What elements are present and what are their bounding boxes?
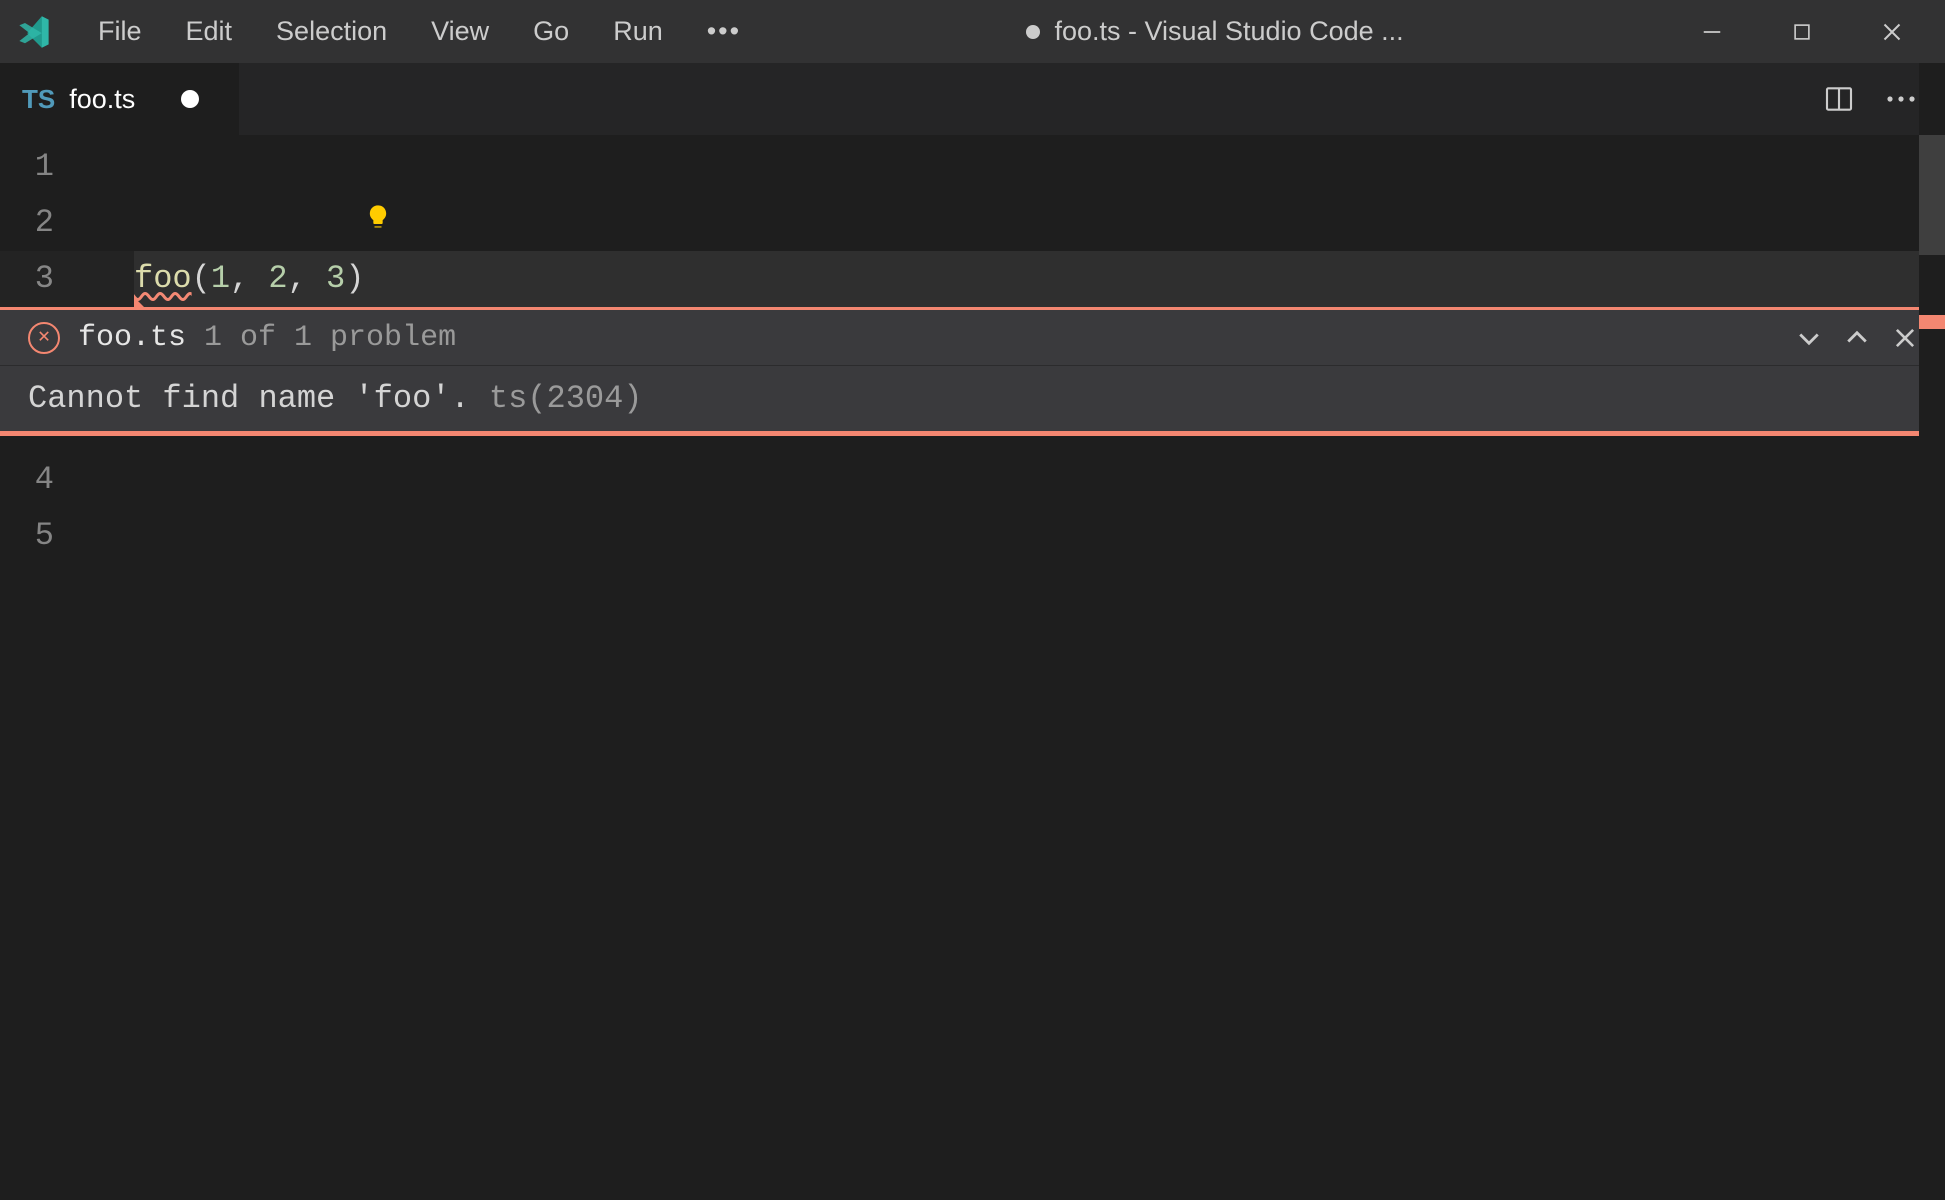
menu-edit[interactable]: Edit <box>164 10 255 53</box>
code-token: ( <box>192 251 211 307</box>
split-editor-button[interactable] <box>1813 73 1865 125</box>
code-token: ) <box>345 251 364 307</box>
line-number: 1 <box>0 139 54 195</box>
close-window-button[interactable] <box>1847 0 1937 63</box>
typescript-file-icon: TS <box>22 84 55 115</box>
code-token: , <box>288 251 326 307</box>
window-controls <box>1667 0 1937 63</box>
line-number: 5 <box>0 508 54 564</box>
error-marker-icon <box>134 297 146 309</box>
peek-header: ✕ foo.ts 1 of 1 problem <box>0 310 1945 366</box>
menu-run[interactable]: Run <box>591 10 685 53</box>
title-bar: File Edit Selection View Go Run ••• foo.… <box>0 0 1945 63</box>
peek-close-button[interactable] <box>1887 320 1923 356</box>
tab-label: foo.ts <box>69 84 135 115</box>
code-line[interactable] <box>134 195 1945 251</box>
menu-selection[interactable]: Selection <box>254 10 409 53</box>
code-line[interactable] <box>134 508 1945 564</box>
line-number-gutter: 1 2 3 <box>0 139 94 307</box>
dirty-indicator-icon <box>1026 25 1040 39</box>
code-token: 3 <box>326 251 345 307</box>
problem-peek-widget: ✕ foo.ts 1 of 1 problem Cannot find nam <box>0 307 1945 436</box>
code-line[interactable] <box>134 452 1945 508</box>
peek-error-code: ts(2304) <box>489 380 643 417</box>
maximize-button[interactable] <box>1757 0 1847 63</box>
code-token: , <box>230 251 268 307</box>
window-title-text: foo.ts - Visual Studio Code ... <box>1054 16 1403 47</box>
line-number: 4 <box>0 452 54 508</box>
code-line[interactable] <box>134 139 1945 195</box>
line-number-gutter: 4 5 <box>0 452 94 564</box>
peek-problem-count: 1 of 1 problem <box>204 321 456 355</box>
menu-bar: File Edit Selection View Go Run ••• <box>76 10 763 53</box>
menu-file[interactable]: File <box>76 10 164 53</box>
peek-body: Cannot find name 'foo'. ts(2304) <box>0 366 1945 433</box>
peek-next-button[interactable] <box>1791 320 1827 356</box>
minimize-button[interactable] <box>1667 0 1757 63</box>
tab-dirty-indicator-icon <box>181 90 199 108</box>
window-title: foo.ts - Visual Studio Code ... <box>763 16 1667 47</box>
code-token: 1 <box>211 251 230 307</box>
menu-overflow-icon[interactable]: ••• <box>685 10 763 53</box>
code-line[interactable]: foo(1, 2, 3) <box>134 251 1945 307</box>
editor-scrollbar[interactable] <box>1919 63 1945 1200</box>
code-token: 2 <box>268 251 287 307</box>
peek-filename: foo.ts <box>78 321 186 355</box>
error-icon: ✕ <box>28 322 60 354</box>
vscode-logo-icon <box>16 14 52 50</box>
editor-tab-foo-ts[interactable]: TS foo.ts <box>0 63 240 135</box>
menu-view[interactable]: View <box>409 10 511 53</box>
scrollbar-thumb[interactable] <box>1919 135 1945 255</box>
peek-prev-button[interactable] <box>1839 320 1875 356</box>
menu-go[interactable]: Go <box>511 10 591 53</box>
line-number: 2 <box>0 195 54 251</box>
code-editor[interactable]: 1 2 3 foo(1, 2, 3) ✕ fo <box>0 135 1945 1200</box>
peek-error-message: Cannot find name 'foo'. <box>28 380 489 417</box>
line-number: 3 <box>0 251 54 307</box>
editor-tab-bar: TS foo.ts <box>0 63 1945 135</box>
scrollbar-error-marker-icon[interactable] <box>1919 315 1945 329</box>
